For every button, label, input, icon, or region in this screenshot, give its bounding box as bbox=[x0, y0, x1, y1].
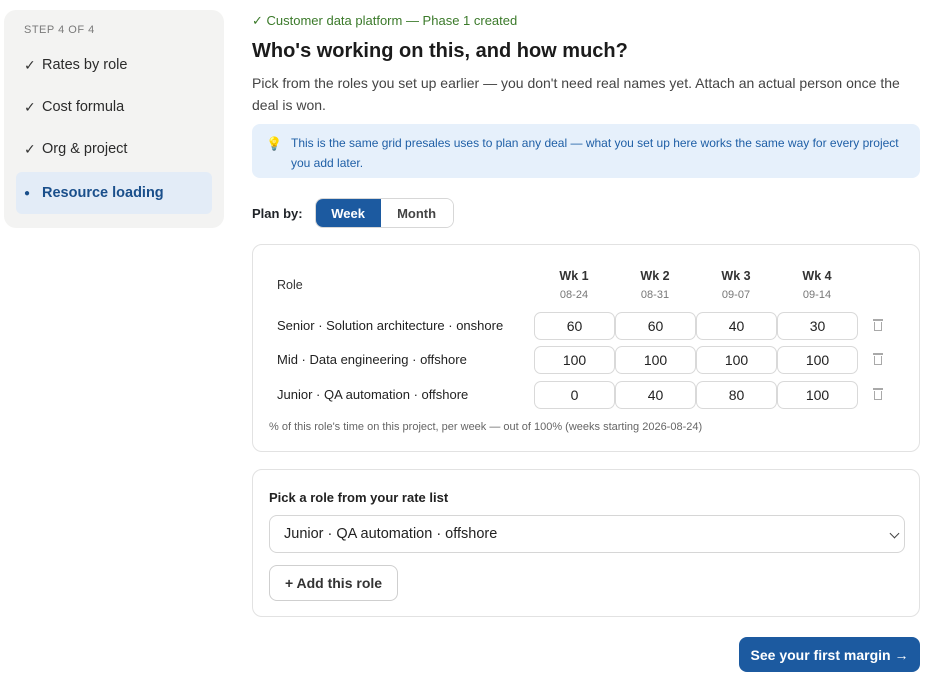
allocation-input[interactable]: 40 bbox=[615, 381, 696, 409]
row-role-name: Junior · QA automation · offshore bbox=[277, 387, 469, 402]
allocation-input[interactable]: 60 bbox=[534, 312, 615, 340]
tip-text: This is the same grid presales uses to p… bbox=[291, 136, 899, 170]
week-date: 09-07 bbox=[721, 289, 751, 301]
week-column-header: Wk 2 08-31 bbox=[615, 269, 695, 301]
check-icon: ✓ bbox=[24, 98, 36, 115]
add-role-button[interactable]: + Add this role bbox=[269, 565, 398, 601]
week-label: Wk 1 bbox=[559, 269, 589, 283]
chevron-down-icon bbox=[889, 528, 900, 539]
sidebar-step-org-project[interactable]: ✓ Org & project bbox=[16, 128, 212, 170]
allocation-input[interactable]: 100 bbox=[777, 381, 858, 409]
row-role-name: Mid · Data engineering · offshore bbox=[277, 352, 467, 367]
role-select[interactable]: Junior · QA automation · offshore bbox=[269, 515, 905, 553]
role-picker-card: Pick a role from your rate list Junior ·… bbox=[252, 469, 920, 617]
allocation-input[interactable]: 30 bbox=[777, 312, 858, 340]
resource-row: Mid · Data engineering · offshore 100 10… bbox=[253, 346, 921, 374]
created-notice: ✓ Customer data platform — Phase 1 creat… bbox=[252, 13, 518, 28]
intro-text: Pick from the roles you set up earlier —… bbox=[252, 75, 900, 113]
grid-footnote: % of this role's time on this project, p… bbox=[269, 421, 703, 433]
sidebar-step-label: Cost formula bbox=[42, 99, 125, 115]
plan-by-control: Plan by: Week Month bbox=[252, 198, 454, 228]
plan-by-toggle: Week Month bbox=[314, 198, 454, 228]
allocation-input[interactable]: 60 bbox=[615, 312, 696, 340]
plan-by-month-option[interactable]: Month bbox=[380, 199, 453, 227]
wizard-sidebar: STEP 4 OF 4 ✓ Rates by role ✓ Cost formu… bbox=[4, 10, 224, 228]
week-date: 09-14 bbox=[802, 289, 832, 301]
week-date: 08-24 bbox=[559, 289, 589, 301]
allocation-input[interactable]: 100 bbox=[534, 346, 615, 374]
sidebar-step-label: Resource loading bbox=[42, 185, 164, 201]
allocation-input[interactable]: 100 bbox=[615, 346, 696, 374]
sidebar-step-resource-loading[interactable]: ● Resource loading bbox=[16, 172, 212, 214]
sidebar-step-label: Rates by role bbox=[42, 57, 128, 73]
current-step-dot-icon: ● bbox=[24, 187, 31, 199]
row-role-name: Senior · Solution architecture · onshore bbox=[277, 318, 504, 333]
role-picker-label: Pick a role from your rate list bbox=[269, 490, 449, 505]
week-label: Wk 3 bbox=[721, 269, 751, 283]
trash-icon[interactable] bbox=[873, 319, 883, 331]
week-label: Wk 2 bbox=[640, 269, 670, 283]
week-date: 08-31 bbox=[640, 289, 670, 301]
week-column-header: Wk 4 09-14 bbox=[777, 269, 857, 301]
step-counter: STEP 4 OF 4 bbox=[24, 24, 95, 36]
role-select-value: Junior · QA automation · offshore bbox=[284, 526, 498, 542]
sidebar-step-rates-by-role[interactable]: ✓ Rates by role bbox=[16, 44, 212, 86]
role-column-header: Role bbox=[277, 278, 303, 292]
trash-icon[interactable] bbox=[873, 353, 883, 365]
lightbulb-icon: 💡 bbox=[266, 136, 283, 151]
page-title: Who's working on this, and how much? bbox=[252, 40, 628, 62]
see-margin-button[interactable]: See your first margin → bbox=[739, 637, 920, 672]
check-icon: ✓ bbox=[24, 56, 36, 73]
plan-by-week-option[interactable]: Week bbox=[315, 199, 381, 227]
sidebar-step-cost-formula[interactable]: ✓ Cost formula bbox=[16, 86, 212, 128]
week-column-header: Wk 3 09-07 bbox=[696, 269, 776, 301]
sidebar-step-label: Org & project bbox=[42, 141, 128, 157]
trash-icon[interactable] bbox=[873, 388, 883, 400]
resource-row: Senior · Solution architecture · onshore… bbox=[253, 312, 921, 340]
allocation-input[interactable]: 100 bbox=[777, 346, 858, 374]
week-column-header: Wk 1 08-24 bbox=[534, 269, 614, 301]
resource-grid: Role Wk 1 08-24 Wk 2 08-31 Wk 3 09-07 Wk… bbox=[252, 244, 920, 452]
plan-by-label: Plan by: bbox=[252, 205, 303, 221]
check-icon: ✓ bbox=[24, 140, 36, 157]
resource-row: Junior · QA automation · offshore 0 40 8… bbox=[253, 381, 921, 409]
week-label: Wk 4 bbox=[802, 269, 832, 283]
tip-banner: 💡 This is the same grid presales uses to… bbox=[252, 124, 920, 178]
allocation-input[interactable]: 80 bbox=[696, 381, 777, 409]
allocation-input[interactable]: 0 bbox=[534, 381, 615, 409]
allocation-input[interactable]: 40 bbox=[696, 312, 777, 340]
allocation-input[interactable]: 100 bbox=[696, 346, 777, 374]
